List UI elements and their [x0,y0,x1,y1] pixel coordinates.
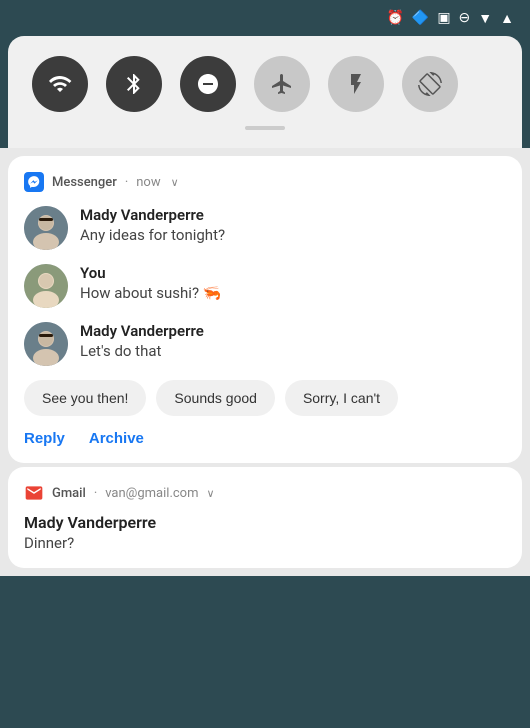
wifi-toggle[interactable] [32,56,88,112]
gmail-sender: Mady Vanderperre [24,513,506,532]
message-row-2: You How about sushi? 🦐 [24,264,506,308]
message-content-1: Mady Vanderperre Any ideas for tonight? [80,206,225,245]
smart-reply-3[interactable]: Sorry, I can't [285,380,398,416]
smart-reply-2[interactable]: Sounds good [156,380,275,416]
alarm-icon: ⏰ [386,10,403,26]
gmail-notification: Gmail · van@gmail.com ∨ Mady Vanderperre… [8,467,522,568]
gmail-notif-header: Gmail · van@gmail.com ∨ [24,483,506,503]
message-text-1: Any ideas for tonight? [80,226,225,246]
wifi-status-icon: ▼ [478,10,492,27]
message-text-2: How about sushi? 🦐 [80,284,221,304]
messenger-actions: Reply Archive [24,430,506,447]
notifications-area: Messenger · now ∨ Mady Vanderperre Any i… [0,148,530,576]
bluetooth-toggle[interactable] [106,56,162,112]
dnd-toggle[interactable] [180,56,236,112]
message-row-1: Mady Vanderperre Any ideas for tonight? [24,206,506,250]
reply-button[interactable]: Reply [24,430,65,447]
cast-icon: ▣ [437,10,450,26]
gmail-account: · [94,486,97,501]
messenger-app-name: Messenger [52,175,117,190]
gmail-expand-icon[interactable]: ∨ [207,487,215,500]
message-row-3: Mady Vanderperre Let's do that [24,322,506,366]
signal-icon: ▲ [500,10,514,27]
messenger-notification: Messenger · now ∨ Mady Vanderperre Any i… [8,156,522,463]
smart-reply-1[interactable]: See you then! [24,380,146,416]
quick-settings-panel [8,36,522,148]
smart-replies: See you then! Sounds good Sorry, I can't [24,380,506,416]
message-content-2: You How about sushi? 🦐 [80,264,221,303]
sender-name-2: You [80,264,221,284]
messenger-app-icon [24,172,44,192]
gmail-subject: Dinner? [24,534,506,552]
sender-name-3: Mady Vanderperre [80,322,204,342]
panel-handle [245,126,285,130]
quick-settings-buttons [32,56,498,112]
dnd-status-icon: ⊖ [459,10,471,26]
rotate-toggle[interactable] [402,56,458,112]
status-bar: ⏰ 🔷 ▣ ⊖ ▼ ▲ [0,0,530,36]
gmail-app-name: Gmail [52,486,86,501]
messenger-expand-icon[interactable]: ∨ [171,176,179,189]
message-text-3: Let's do that [80,342,204,362]
avatar-mady-1 [24,206,68,250]
gmail-app-icon [24,483,44,503]
bluetooth-status-icon: 🔷 [412,10,429,26]
archive-button[interactable]: Archive [89,430,144,447]
sender-name-1: Mady Vanderperre [80,206,225,226]
flashlight-toggle[interactable] [328,56,384,112]
gmail-email: van@gmail.com [105,486,198,501]
avatar-mady-2 [24,322,68,366]
messenger-time: · [125,175,128,190]
airplane-toggle[interactable] [254,56,310,112]
avatar-you [24,264,68,308]
message-content-3: Mady Vanderperre Let's do that [80,322,204,361]
messenger-notif-header: Messenger · now ∨ [24,172,506,192]
messenger-timestamp: now [136,175,160,190]
